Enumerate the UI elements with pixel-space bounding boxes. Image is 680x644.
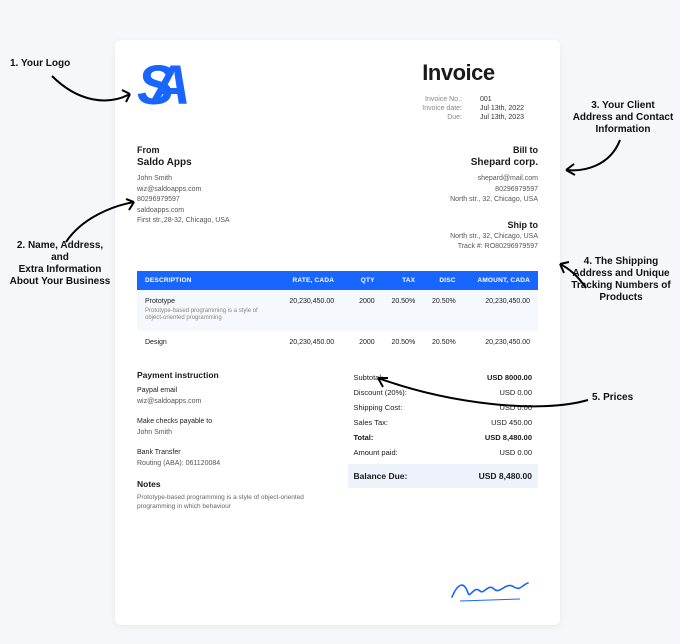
invoice-card: SA Invoice Invoice No.: 001 Invoice date:…: [115, 40, 560, 625]
row-disc: 20.50%: [415, 298, 456, 305]
table-header: DESCRIPTION RATE, CADA QTY TAX DISC AMOU…: [137, 271, 538, 290]
balance-label: Balance Due:: [354, 471, 408, 481]
from-line: saldoapps.com: [137, 206, 230, 217]
bank-label: Bank Transfer: [137, 448, 328, 459]
shipto-block: Ship to North str., 32, Chicago, USA Tra…: [450, 220, 538, 253]
invoice-no-label: Invoice No.:: [425, 96, 462, 103]
paid-value: USD 0.00: [499, 448, 532, 457]
paypal-value: wiz@saldoapps.com: [137, 397, 328, 408]
from-line: 80296979597: [137, 195, 230, 206]
discount-value: USD 0.00: [499, 388, 532, 397]
annotation-3: 3. Your Client Address and Contact Infor…: [568, 100, 678, 136]
invoice-date-label: Invoice date:: [422, 105, 462, 112]
billto-block: Bill to Shepard corp. shepard@mail.com 8…: [450, 145, 538, 253]
invoice-no: 001: [480, 96, 538, 103]
th-tax: TAX: [375, 277, 416, 284]
tax-value: USD 450.00: [491, 418, 532, 427]
from-company: Saldo Apps: [137, 157, 230, 168]
payment-instruction: Payment instruction Paypal emailwiz@sald…: [137, 370, 328, 511]
from-block: From Saldo Apps John Smith wiz@saldoapps…: [137, 145, 230, 253]
row-desc: Prototype: [145, 298, 267, 305]
th-amount: AMOUNT, CADA: [456, 277, 530, 284]
notes-text: Prototype-based programming is a style o…: [137, 493, 327, 511]
notes-heading: Notes: [137, 479, 328, 489]
billto-line: shepard@mail.com: [450, 174, 538, 185]
invoice-header: Invoice Invoice No.: 001 Invoice date: Jul…: [422, 60, 538, 123]
totals-block: Subtotal: USD 8000.00 Discount (20%): USD …: [348, 370, 539, 511]
subtotal-value: USD 8000.00: [487, 373, 532, 382]
row-tax: 20.50%: [375, 298, 416, 305]
invoice-due-label: Due:: [447, 114, 462, 121]
paypal-label: Paypal email: [137, 386, 328, 397]
annotation-4: 4. The Shipping Address and Unique Track…: [562, 256, 680, 304]
shipping-value: USD 0.00: [499, 403, 532, 412]
table-row: Prototype Prototype-based programming is…: [137, 290, 538, 332]
billto-line: 80296979597: [450, 185, 538, 196]
tax-label: Sales Tax:: [354, 418, 388, 427]
billto-line: North str., 32, Chicago, USA: [450, 195, 538, 206]
row-qty: 2000: [334, 339, 375, 346]
from-line: First str.,28-32, Chicago, USA: [137, 216, 230, 227]
discount-label: Discount (20%):: [354, 388, 407, 397]
th-rate: RATE, CADA: [267, 277, 335, 284]
row-amt: 20,230,450.00: [456, 339, 530, 346]
line-items-table: DESCRIPTION RATE, CADA QTY TAX DISC AMOU…: [137, 271, 538, 355]
th-description: DESCRIPTION: [145, 277, 267, 284]
row-amt: 20,230,450.00: [456, 298, 530, 305]
bank-value: Routing (ABA): 061120084: [137, 459, 328, 470]
paid-label: Amount paid:: [354, 448, 398, 457]
from-line: John Smith: [137, 174, 230, 185]
from-heading: From: [137, 145, 230, 155]
invoice-title: Invoice: [422, 60, 538, 86]
total-value: USD 8,480.00: [485, 433, 532, 442]
annotation-2: 2. Name, Address, and Extra Information …: [0, 240, 120, 288]
row-desc: Design: [145, 339, 267, 346]
logo: SA: [137, 60, 185, 123]
notes-block: Notes Prototype-based programming is a s…: [137, 479, 328, 511]
from-line: wiz@saldoapps.com: [137, 185, 230, 196]
shipto-line: Track #: RO80296979597: [450, 242, 538, 253]
checks-value: John Smith: [137, 428, 328, 439]
total-label: Total:: [354, 433, 374, 442]
th-disc: DISC: [415, 277, 456, 284]
row-rate: 20,230,450.00: [267, 298, 335, 305]
row-qty: 2000: [334, 298, 375, 305]
billto-company: Shepard corp.: [450, 157, 538, 168]
table-row: Design 20,230,450.00 2000 20.50% 20.50% …: [137, 331, 538, 354]
subtotal-label: Subtotal:: [354, 373, 384, 382]
balance-value: USD 8,480.00: [479, 471, 532, 481]
row-sub: Prototype-based programming is a style o…: [145, 308, 267, 324]
row-disc: 20.50%: [415, 339, 456, 346]
shipto-heading: Ship to: [450, 220, 538, 230]
invoice-date: Jul 13th, 2022: [480, 105, 538, 112]
invoice-meta: Invoice No.: 001 Invoice date: Jul 13th, 2…: [422, 96, 538, 121]
arrow-icon: [560, 136, 630, 180]
th-qty: QTY: [334, 277, 375, 284]
invoice-due: Jul 13th, 2023: [480, 114, 538, 121]
row-tax: 20.50%: [375, 339, 416, 346]
checks-label: Make checks payable to: [137, 417, 328, 428]
row-rate: 20,230,450.00: [267, 339, 335, 346]
annotation-5: 5. Prices: [592, 392, 633, 404]
shipto-line: North str., 32, Chicago, USA: [450, 232, 538, 243]
payment-heading: Payment instruction: [137, 370, 328, 380]
signature: [450, 575, 530, 607]
shipping-label: Shipping Cost:: [354, 403, 403, 412]
annotation-1: 1. Your Logo: [10, 58, 70, 70]
from-lines: John Smith wiz@saldoapps.com 80296979597…: [137, 174, 230, 227]
billto-heading: Bill to: [450, 145, 538, 155]
